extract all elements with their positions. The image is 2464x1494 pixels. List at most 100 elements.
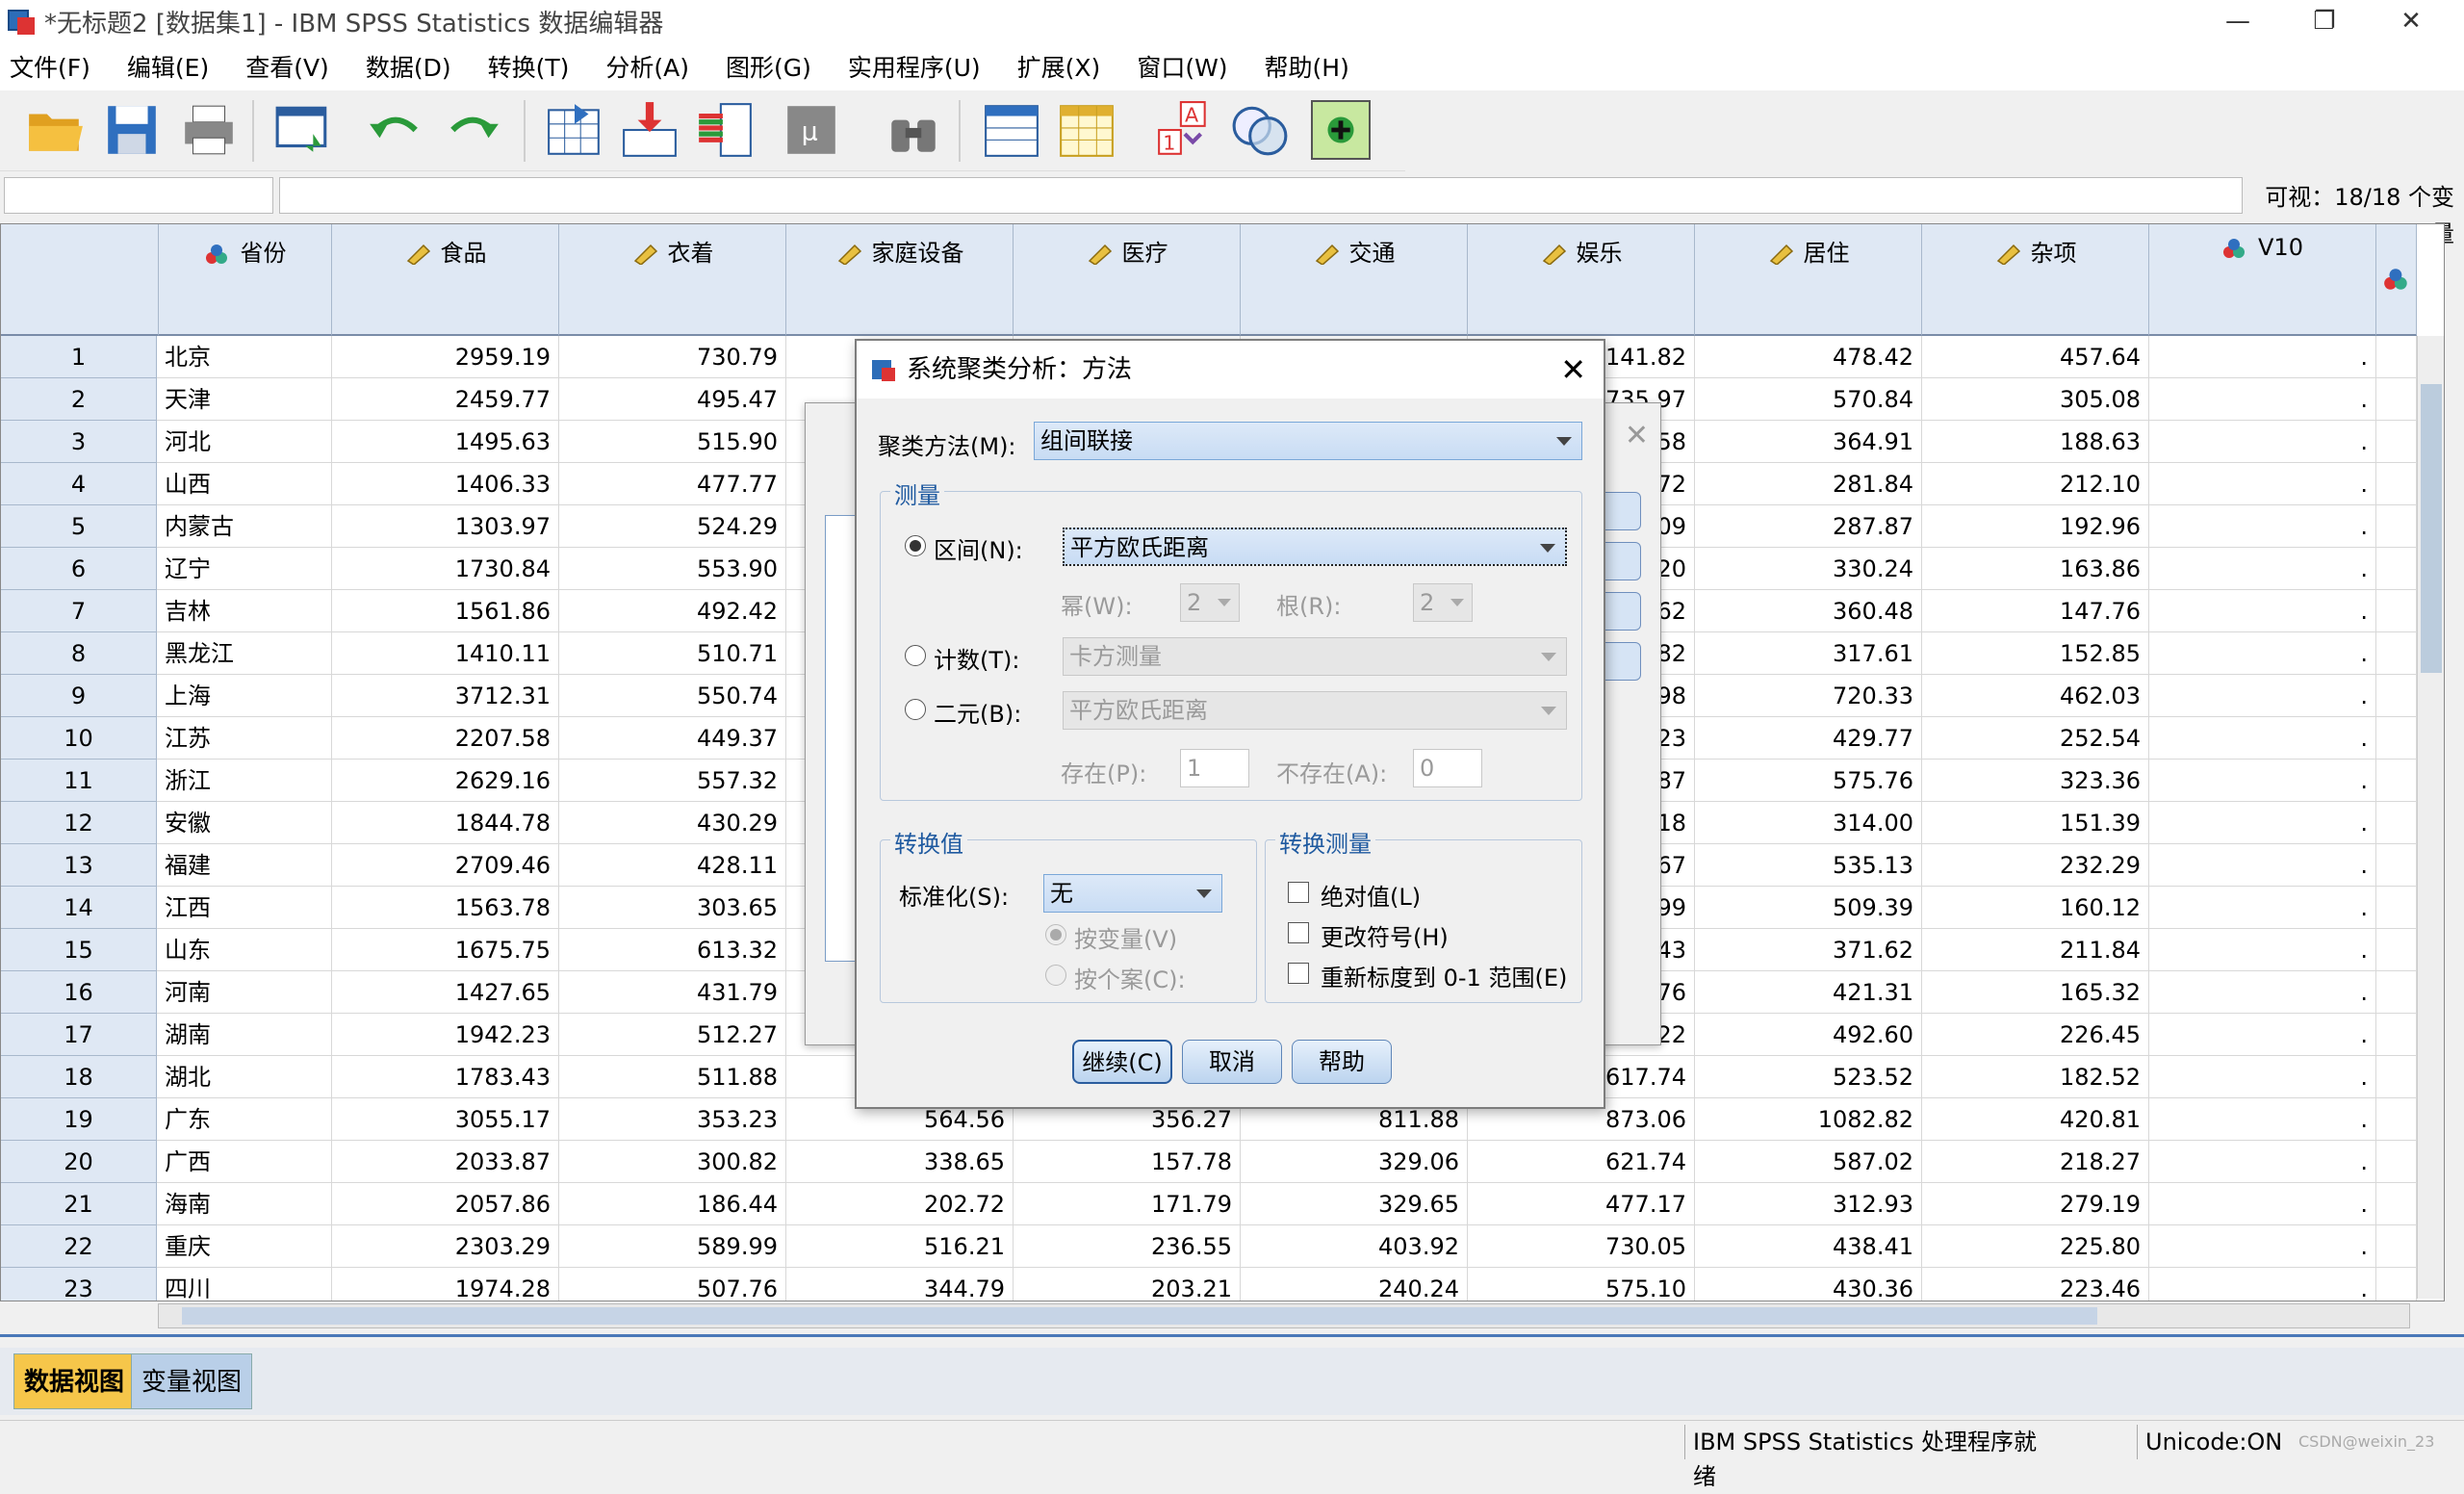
table-cell[interactable]: 281.84 xyxy=(1695,463,1922,505)
table-cell[interactable]: 1974.28 xyxy=(332,1268,559,1301)
table-cell[interactable]: 202.72 xyxy=(786,1183,1014,1225)
table-cell[interactable]: 北京 xyxy=(159,336,332,378)
table-cell[interactable]: 1427.65 xyxy=(332,971,559,1014)
column-header-entertainment[interactable]: 娱乐 xyxy=(1468,224,1695,336)
table-cell[interactable]: 163.86 xyxy=(1922,548,2149,590)
table-cell[interactable]: 570.84 xyxy=(1695,378,1922,421)
row-number[interactable]: 2 xyxy=(1,378,157,421)
table-cell[interactable]: 广西 xyxy=(159,1141,332,1183)
column-header-medical[interactable]: 医疗 xyxy=(1014,224,1241,336)
tab-variable-view[interactable]: 变量视图 xyxy=(131,1353,253,1409)
menu-window[interactable]: 窗口(W) xyxy=(1127,49,1246,84)
table-cell[interactable] xyxy=(2376,336,2417,378)
row-number[interactable]: 15 xyxy=(1,929,157,971)
table-cell[interactable]: 492.60 xyxy=(1695,1014,1922,1056)
table-cell[interactable]: 江西 xyxy=(159,887,332,929)
value-labels-icon[interactable]: A1 xyxy=(1155,100,1215,160)
save-icon[interactable] xyxy=(102,100,162,160)
table-cell[interactable]: 192.96 xyxy=(1922,505,2149,548)
table-cell[interactable]: 550.74 xyxy=(559,675,786,717)
table-cell[interactable]: . xyxy=(2149,1098,2376,1141)
table-cell[interactable]: 浙江 xyxy=(159,760,332,802)
table-cell[interactable]: 431.79 xyxy=(559,971,786,1014)
table-cell[interactable]: 160.12 xyxy=(1922,887,2149,929)
row-number[interactable]: 1 xyxy=(1,336,157,378)
menu-data[interactable]: 数据(D) xyxy=(356,49,471,84)
row-number[interactable]: 23 xyxy=(1,1268,157,1301)
table-cell[interactable]: . xyxy=(2149,1014,2376,1056)
recall-dialog-icon[interactable] xyxy=(273,100,333,160)
rescale-checkbox[interactable] xyxy=(1288,963,1309,984)
table-cell[interactable] xyxy=(2376,505,2417,548)
table-cell[interactable] xyxy=(2376,1056,2417,1098)
table-cell[interactable] xyxy=(2376,802,2417,844)
table-cell[interactable]: 344.79 xyxy=(786,1268,1014,1301)
dialog-close-icon[interactable]: ✕ xyxy=(1560,341,1586,399)
table-cell[interactable]: 1675.75 xyxy=(332,929,559,971)
table-cell[interactable] xyxy=(2376,1141,2417,1183)
table-cell[interactable]: 421.31 xyxy=(1695,971,1922,1014)
absolute-values-checkbox[interactable] xyxy=(1288,882,1309,903)
table-cell[interactable]: 188.63 xyxy=(1922,421,2149,463)
table-cell[interactable]: . xyxy=(2149,1183,2376,1225)
table-cell[interactable]: 613.32 xyxy=(559,929,786,971)
table-cell[interactable]: 312.93 xyxy=(1695,1183,1922,1225)
table-cell[interactable]: 3712.31 xyxy=(332,675,559,717)
row-number[interactable]: 7 xyxy=(1,590,157,632)
table-cell[interactable]: 218.27 xyxy=(1922,1141,2149,1183)
table-cell[interactable]: 305.08 xyxy=(1922,378,2149,421)
column-header-next[interactable] xyxy=(2376,224,2417,336)
table-cell[interactable]: . xyxy=(2149,844,2376,887)
table-cell[interactable]: 山西 xyxy=(159,463,332,505)
horizontal-scrollbar[interactable] xyxy=(158,1303,2410,1328)
table-cell[interactable] xyxy=(2376,421,2417,463)
row-number[interactable]: 10 xyxy=(1,717,157,760)
table-cell[interactable]: 1406.33 xyxy=(332,463,559,505)
table-cell[interactable]: 212.10 xyxy=(1922,463,2149,505)
table-cell[interactable] xyxy=(2376,590,2417,632)
table-cell[interactable] xyxy=(2376,929,2417,971)
corner-header[interactable] xyxy=(1,224,159,336)
table-cell[interactable] xyxy=(2376,1183,2417,1225)
column-header-misc[interactable]: 杂项 xyxy=(1922,224,2149,336)
table-cell[interactable] xyxy=(2376,717,2417,760)
column-header-housing[interactable]: 居住 xyxy=(1695,224,1922,336)
table-cell[interactable]: 2629.16 xyxy=(332,760,559,802)
table-cell[interactable]: 329.06 xyxy=(1241,1141,1468,1183)
counts-radio[interactable] xyxy=(905,645,926,666)
table-cell[interactable]: 462.03 xyxy=(1922,675,2149,717)
table-cell[interactable]: . xyxy=(2149,421,2376,463)
power-spinner[interactable]: 2 xyxy=(1180,583,1240,622)
table-cell[interactable] xyxy=(2376,1098,2417,1141)
table-cell[interactable]: 511.88 xyxy=(559,1056,786,1098)
close-button[interactable]: ✕ xyxy=(2368,0,2454,42)
table-cell[interactable]: 182.52 xyxy=(1922,1056,2149,1098)
table-cell[interactable]: 203.21 xyxy=(1014,1268,1241,1301)
row-number[interactable]: 14 xyxy=(1,887,157,929)
undo-icon[interactable] xyxy=(366,100,425,160)
table-cell[interactable]: 730.79 xyxy=(559,336,786,378)
table-cell[interactable]: 557.32 xyxy=(559,760,786,802)
row-number[interactable]: 21 xyxy=(1,1183,157,1225)
table-cell[interactable]: 1495.63 xyxy=(332,421,559,463)
column-header-province[interactable]: 省份 xyxy=(159,224,332,336)
table-cell[interactable]: 内蒙古 xyxy=(159,505,332,548)
row-number[interactable]: 12 xyxy=(1,802,157,844)
table-cell[interactable]: 371.62 xyxy=(1695,929,1922,971)
table-cell[interactable]: . xyxy=(2149,548,2376,590)
menu-transform[interactable]: 转换(T) xyxy=(478,49,589,84)
table-cell[interactable]: 湖北 xyxy=(159,1056,332,1098)
table-cell[interactable]: 314.00 xyxy=(1695,802,1922,844)
table-cell[interactable]: 449.37 xyxy=(559,717,786,760)
table-cell[interactable] xyxy=(2376,844,2417,887)
row-number[interactable]: 19 xyxy=(1,1098,157,1141)
table-cell[interactable]: 240.24 xyxy=(1241,1268,1468,1301)
table-cell[interactable]: . xyxy=(2149,632,2376,675)
parent-dialog-close-icon[interactable]: ✕ xyxy=(1625,419,1649,452)
table-cell[interactable]: . xyxy=(2149,378,2376,421)
redo-icon[interactable] xyxy=(443,100,502,160)
table-cell[interactable]: 2207.58 xyxy=(332,717,559,760)
table-cell[interactable]: 587.02 xyxy=(1695,1141,1922,1183)
table-cell[interactable]: 429.77 xyxy=(1695,717,1922,760)
table-cell[interactable]: . xyxy=(2149,463,2376,505)
